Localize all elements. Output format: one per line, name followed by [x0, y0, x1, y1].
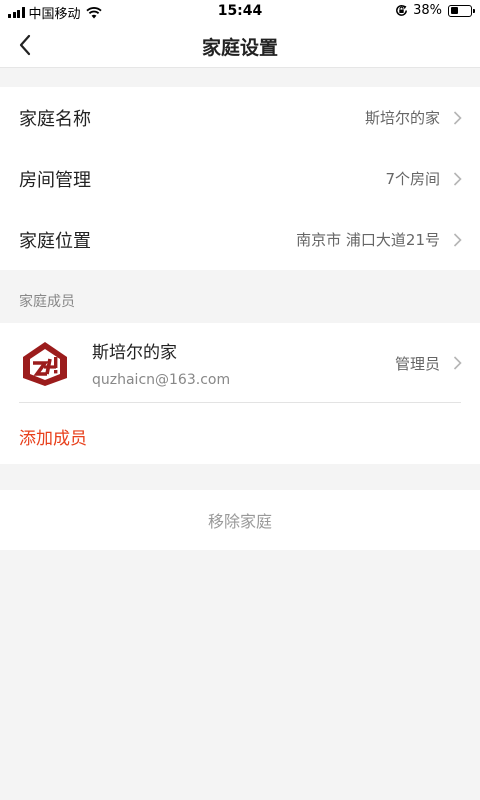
room-management-row[interactable]: 房间管理 7个房间 [0, 148, 480, 209]
chevron-right-icon [453, 171, 462, 186]
battery-icon [448, 4, 475, 17]
orientation-lock-icon [396, 4, 408, 16]
status-bar: 中国移动 15:44 38% [0, 0, 480, 22]
family-name-label: 家庭名称 [19, 108, 91, 130]
member-info: 斯培尔的家 quzhaicn@163.com [92, 338, 230, 388]
room-count-value: 7个房间 [385, 170, 440, 188]
member-email: quzhaicn@163.com [92, 371, 231, 388]
family-location-row[interactable]: 家庭位置 南京市 浦口大道21号 [0, 209, 480, 270]
battery-percent: 38% [413, 3, 442, 18]
member-row[interactable]: 斯培尔的家 quzhaicn@163.com 管理员 [0, 323, 480, 402]
chevron-right-icon [453, 110, 462, 125]
settings-section: 家庭名称 斯培尔的家 房间管理 7个房间 家庭位置 南京市 浦口大道21号 [0, 87, 480, 270]
members-section-label: 家庭成员 [19, 294, 75, 310]
member-name: 斯培尔的家 [92, 342, 177, 363]
family-location-label: 家庭位置 [19, 230, 91, 252]
nav-bar: 家庭设置 [0, 22, 480, 68]
chevron-right-icon [453, 355, 462, 370]
room-management-label: 房间管理 [19, 169, 91, 191]
chevron-right-icon [453, 232, 462, 247]
family-name-row[interactable]: 家庭名称 斯培尔的家 [0, 87, 480, 148]
family-location-value: 南京市 浦口大道21号 [296, 231, 440, 249]
member-divider [19, 402, 461, 403]
add-member-button[interactable]: 添加成员 [19, 424, 87, 449]
status-right: 38% [395, 3, 475, 18]
avatar [23, 341, 67, 386]
members-section: 斯培尔的家 quzhaicn@163.com 管理员 添加成员 [0, 323, 480, 464]
remove-family-button[interactable]: 移除家庭 [0, 490, 480, 550]
family-name-value: 斯培尔的家 [364, 109, 440, 127]
page-title: 家庭设置 [201, 37, 278, 59]
member-role-badge: 管理员 [394, 355, 440, 373]
